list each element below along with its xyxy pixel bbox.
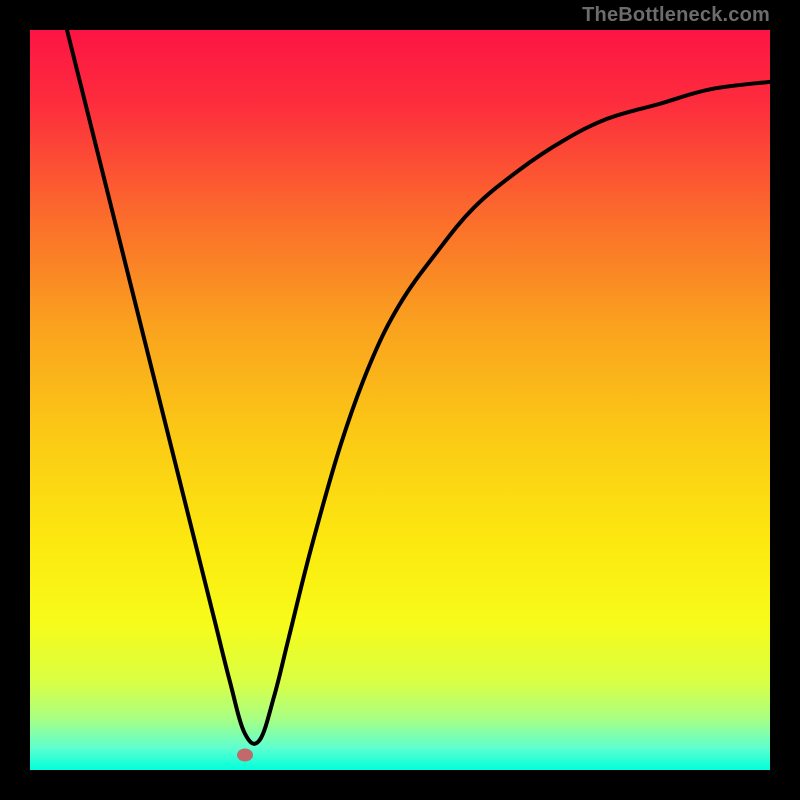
plot-area: [30, 30, 770, 770]
attribution-label: TheBottleneck.com: [582, 4, 770, 27]
outer-frame: TheBottleneck.com: [0, 0, 800, 800]
bottleneck-curve: [67, 30, 770, 744]
minimum-marker: [237, 749, 253, 762]
curve-layer: [30, 30, 770, 770]
